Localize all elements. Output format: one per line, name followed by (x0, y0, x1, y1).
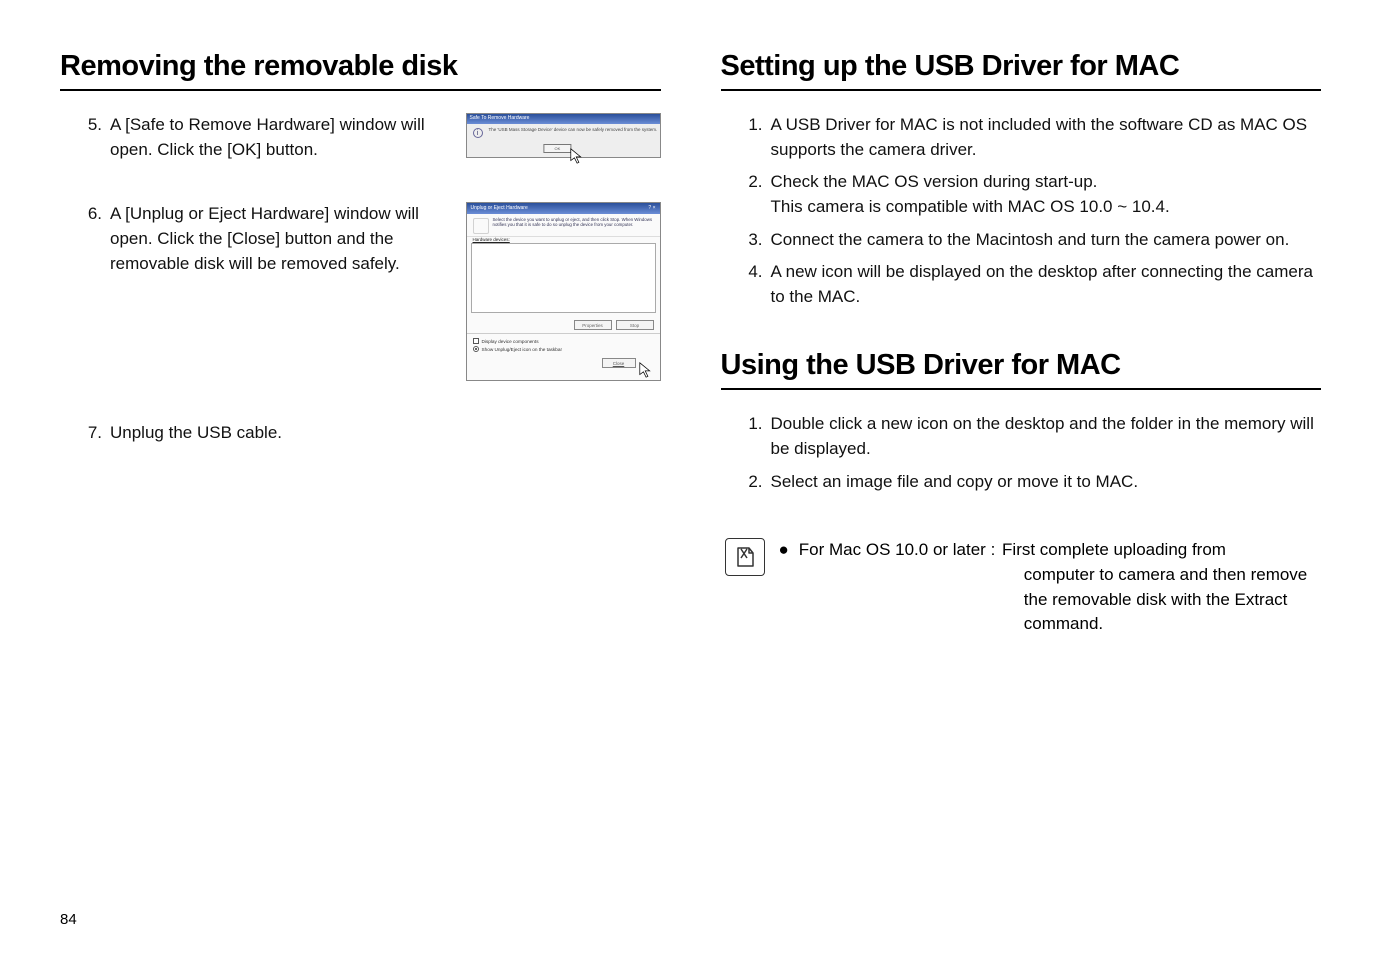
step-text-line2: This camera is compatible with MAC OS 10… (771, 197, 1170, 216)
title-buttons: ? × (648, 205, 655, 214)
step-text: A USB Driver for MAC is not included wit… (771, 113, 1322, 162)
note-block: ● For Mac OS 10.0 or later : First compl… (721, 538, 1322, 637)
hardware-icon (473, 218, 489, 234)
radio-label: Show Unplug/Eject icon on the taskbar (482, 347, 563, 352)
step-number: 4. (745, 260, 763, 309)
setup-steps: 1. A USB Driver for MAC is not included … (721, 113, 1322, 309)
cursor-icon (638, 361, 656, 379)
properties-button: Properties (574, 320, 612, 330)
left-title: Removing the removable disk (60, 50, 661, 83)
note-first: First complete uploading from (1002, 540, 1226, 559)
step-number: 1. (745, 113, 763, 162)
step-text: A new icon will be displayed on the desk… (771, 260, 1322, 309)
note-line: the removable disk with the Extract (799, 588, 1307, 613)
dialog-bottom: Display device components Show Unplug/Ej… (467, 333, 660, 356)
step-text: Unplug the USB cable. (110, 421, 661, 446)
checkbox-icon (473, 338, 479, 344)
step-text: A [Unplug or Eject Hardware] window will… (110, 202, 451, 276)
step-number: 7. (84, 421, 102, 446)
right-title-1: Setting up the USB Driver for MAC (721, 50, 1322, 83)
right-rule-2 (721, 388, 1322, 390)
left-column: Removing the removable disk 5. A [Safe t… (60, 50, 661, 637)
step-text: Connect the camera to the Macintosh and … (771, 228, 1322, 253)
dialog-message: The 'USB Mass Storage Device' device can… (489, 128, 658, 133)
stop-button: Stop (616, 320, 654, 330)
bullet-icon: ● (779, 538, 789, 637)
note-line: command. (799, 612, 1307, 637)
info-icon: i (473, 128, 483, 138)
note-icon (725, 538, 765, 576)
note-line: computer to camera and then remove (799, 563, 1307, 588)
hardware-devices-label: Hardware devices: (467, 237, 660, 242)
dialog-titlebar: Safe To Remove Hardware (467, 114, 660, 124)
note-text: ● For Mac OS 10.0 or later : First compl… (779, 538, 1308, 637)
step-text-line1: Check the MAC OS version during start-up… (771, 172, 1098, 191)
step-7-row: 7. Unplug the USB cable. (60, 421, 661, 446)
device-list (471, 243, 656, 313)
ok-button: OK (543, 144, 571, 153)
left-rule (60, 89, 661, 91)
step-text: Check the MAC OS version during start-up… (771, 170, 1322, 219)
note-lead: For Mac OS 10.0 or later : (799, 540, 996, 559)
step-number: 6. (84, 202, 102, 276)
step-number: 3. (745, 228, 763, 253)
button-row: Properties Stop (467, 317, 660, 333)
dialog-titlebar: Unplug or Eject Hardware ? × (467, 203, 660, 214)
step-number: 5. (84, 113, 102, 162)
close-button: Close (602, 358, 636, 368)
right-title-2: Using the USB Driver for MAC (721, 349, 1322, 382)
page-columns: Removing the removable disk 5. A [Safe t… (60, 50, 1321, 637)
page-number: 84 (60, 911, 77, 928)
unplug-eject-dialog: Unplug or Eject Hardware ? × Select the … (466, 202, 661, 381)
dialog-help-text: Select the device you want to unplug or … (493, 218, 654, 234)
step-number: 2. (745, 170, 763, 219)
step-text: A [Safe to Remove Hardware] window will … (110, 113, 451, 162)
cursor-icon (569, 147, 587, 165)
using-steps: 1. Double click a new icon on the deskto… (721, 412, 1322, 494)
right-rule-1 (721, 89, 1322, 91)
dialog-help-row: Select the device you want to unplug or … (467, 214, 660, 237)
checkbox-label: Display device components (482, 339, 539, 344)
step-number: 2. (745, 470, 763, 495)
step-number: 1. (745, 412, 763, 461)
step-6-row: 6. A [Unplug or Eject Hardware] window w… (60, 202, 661, 381)
right-column: Setting up the USB Driver for MAC 1. A U… (721, 50, 1322, 637)
radio-icon (473, 346, 479, 352)
step-text: Select an image file and copy or move it… (771, 470, 1322, 495)
safe-remove-dialog: Safe To Remove Hardware i The 'USB Mass … (466, 113, 661, 158)
step-5-row: 5. A [Safe to Remove Hardware] window wi… (60, 113, 661, 162)
dialog-title: Unplug or Eject Hardware (471, 205, 528, 214)
close-row: Close (467, 356, 660, 380)
step-text: Double click a new icon on the desktop a… (771, 412, 1322, 461)
